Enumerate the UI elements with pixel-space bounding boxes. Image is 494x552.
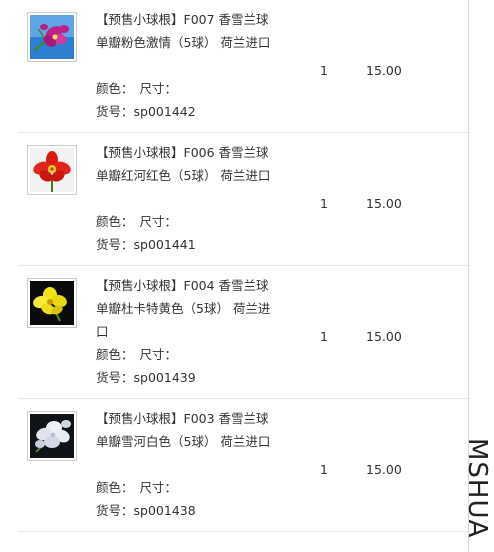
watermark: MSHUA (458, 438, 494, 552)
quantity: 1 (320, 63, 328, 78)
size-label: 尺寸： (139, 214, 178, 229)
product-title-link[interactable]: 【预售小球根】F007 香雪兰球单瓣粉色激情（5球） 荷兰进口 (96, 8, 271, 54)
red-freesia-flower-icon (30, 148, 74, 192)
cart-item: 【预售小球根】F004 香雪兰球单瓣杜卡特黄色（5球） 荷兰进口 颜色： 尺寸： … (0, 266, 470, 399)
product-thumbnail[interactable] (27, 145, 77, 195)
price: 15.00 (366, 329, 402, 344)
product-options: 颜色： 尺寸： (96, 77, 177, 100)
color-label: 颜色： (96, 480, 134, 495)
product-options: 颜色： 尺寸： (96, 210, 177, 233)
product-options: 颜色： 尺寸： (96, 343, 177, 366)
yellow-freesia-flower-icon (30, 281, 74, 325)
color-label: 颜色： (96, 214, 134, 229)
product-options: 颜色： 尺寸： (96, 476, 177, 499)
sku-label: 货号： (96, 237, 134, 252)
quantity: 1 (320, 196, 328, 211)
sku-label: 货号： (96, 370, 134, 385)
product-title-link[interactable]: 【预售小球根】F006 香雪兰球单瓣红河红色（5球） 荷兰进口 (96, 141, 271, 187)
sku-line: 货号：sp001442 (96, 100, 196, 123)
cart-item: 【预售小球根】F006 香雪兰球单瓣红河红色（5球） 荷兰进口 颜色： 尺寸： 货… (0, 133, 470, 266)
size-label: 尺寸： (139, 480, 178, 495)
product-thumbnail[interactable] (27, 411, 77, 461)
sku-value: sp001442 (133, 104, 196, 119)
white-freesia-flower-icon (30, 414, 74, 458)
cart-item: 【预售小球根】F003 香雪兰球单瓣雪河白色（5球） 荷兰进口 颜色： 尺寸： 货… (0, 399, 470, 532)
pink-freesia-flower-icon (30, 15, 74, 59)
sku-value: sp001441 (133, 237, 196, 252)
size-label: 尺寸： (139, 81, 178, 96)
size-label: 尺寸： (139, 347, 178, 362)
sku-line: 货号：sp001438 (96, 499, 196, 522)
cart-item: 【预售小球根】F007 香雪兰球单瓣粉色激情（5球） 荷兰进口 颜色： 尺寸： 货… (0, 0, 470, 133)
color-label: 颜色： (96, 347, 134, 362)
sku-value: sp001439 (133, 370, 196, 385)
product-title-link[interactable]: 【预售小球根】F003 香雪兰球单瓣雪河白色（5球） 荷兰进口 (96, 407, 271, 453)
cart-item-list: 【预售小球根】F007 香雪兰球单瓣粉色激情（5球） 荷兰进口 颜色： 尺寸： 货… (0, 0, 470, 532)
row-divider (18, 531, 470, 532)
sku-value: sp001438 (133, 503, 196, 518)
product-title-link[interactable]: 【预售小球根】F004 香雪兰球单瓣杜卡特黄色（5球） 荷兰进口 (96, 274, 271, 343)
price: 15.00 (366, 462, 402, 477)
sku-label: 货号： (96, 503, 134, 518)
sku-label: 货号： (96, 104, 134, 119)
product-thumbnail[interactable] (27, 278, 77, 328)
quantity: 1 (320, 329, 328, 344)
watermark-text: MSHUA (462, 438, 492, 539)
sku-line: 货号：sp001441 (96, 233, 196, 256)
color-label: 颜色： (96, 81, 134, 96)
sku-line: 货号：sp001439 (96, 366, 196, 389)
product-thumbnail[interactable] (27, 12, 77, 62)
price: 15.00 (366, 63, 402, 78)
quantity: 1 (320, 462, 328, 477)
price: 15.00 (366, 196, 402, 211)
